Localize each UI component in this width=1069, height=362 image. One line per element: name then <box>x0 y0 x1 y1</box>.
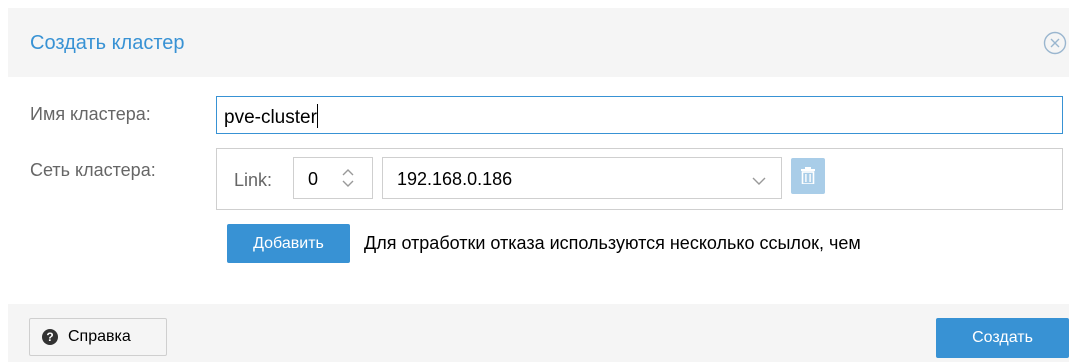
close-icon[interactable] <box>1043 31 1067 55</box>
chevron-down-icon[interactable] <box>752 173 766 185</box>
create-cluster-dialog: Создать кластер Имя кластера: pve-cluste… <box>8 8 1069 362</box>
question-circle-icon: ? <box>42 329 58 345</box>
trash-icon <box>801 167 815 184</box>
link-number-stepper[interactable]: 0 <box>293 157 373 199</box>
cluster-name-input[interactable]: pve-cluster <box>216 96 1063 134</box>
add-link-button[interactable]: Добавить <box>227 224 350 263</box>
cluster-network-label: Сеть кластера: <box>30 160 156 180</box>
link-address-value: 192.168.0.186 <box>397 169 513 189</box>
create-button[interactable]: Создать <box>936 318 1069 358</box>
stepper-arrows-icon[interactable] <box>341 166 355 190</box>
cluster-network-panel: Link: 0 192.168.0.186 <box>216 148 1063 210</box>
help-button[interactable]: ? Справка <box>29 318 167 356</box>
dialog-footer: ? Справка Создать <box>8 304 1069 362</box>
delete-link-button[interactable] <box>791 158 825 194</box>
cluster-name-label: Имя кластера: <box>30 104 151 124</box>
dialog-header: Создать кластер <box>8 8 1069 77</box>
link-number-value: 0 <box>308 169 319 189</box>
link-address-select[interactable]: 192.168.0.186 <box>382 157 782 199</box>
help-button-label: Справка <box>68 328 131 345</box>
cluster-name-value: pve-cluster <box>224 107 317 128</box>
link-label: Link: <box>234 170 273 190</box>
dialog-title: Создать кластер <box>30 32 185 54</box>
failover-note: Для отработки отказа используются нескол… <box>364 233 861 253</box>
text-caret <box>316 104 318 128</box>
